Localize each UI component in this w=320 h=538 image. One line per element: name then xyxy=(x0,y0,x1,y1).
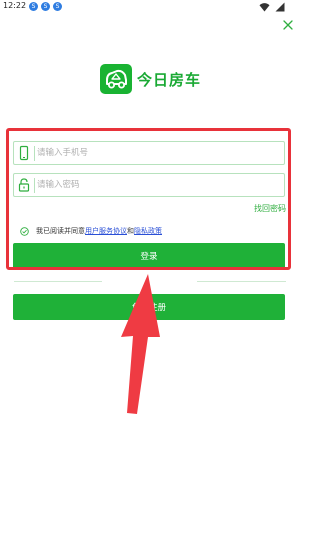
app-logo xyxy=(100,64,132,94)
battery-icon xyxy=(275,2,285,12)
notification-icon: S xyxy=(41,2,50,11)
status-time: 12:22 xyxy=(3,1,27,10)
status-bar: 12:22 S S S xyxy=(0,0,300,14)
camper-van-icon xyxy=(106,69,127,89)
notification-icon: S xyxy=(53,2,62,11)
divider-line xyxy=(14,281,102,282)
register-button[interactable]: 免费注册 xyxy=(13,294,285,320)
divider-line xyxy=(197,281,286,282)
wifi-icon xyxy=(259,3,270,12)
app-name: 今日房车 xyxy=(137,71,202,89)
highlight-box xyxy=(6,128,291,270)
close-icon[interactable] xyxy=(281,18,295,32)
notification-icon: S xyxy=(29,2,38,11)
